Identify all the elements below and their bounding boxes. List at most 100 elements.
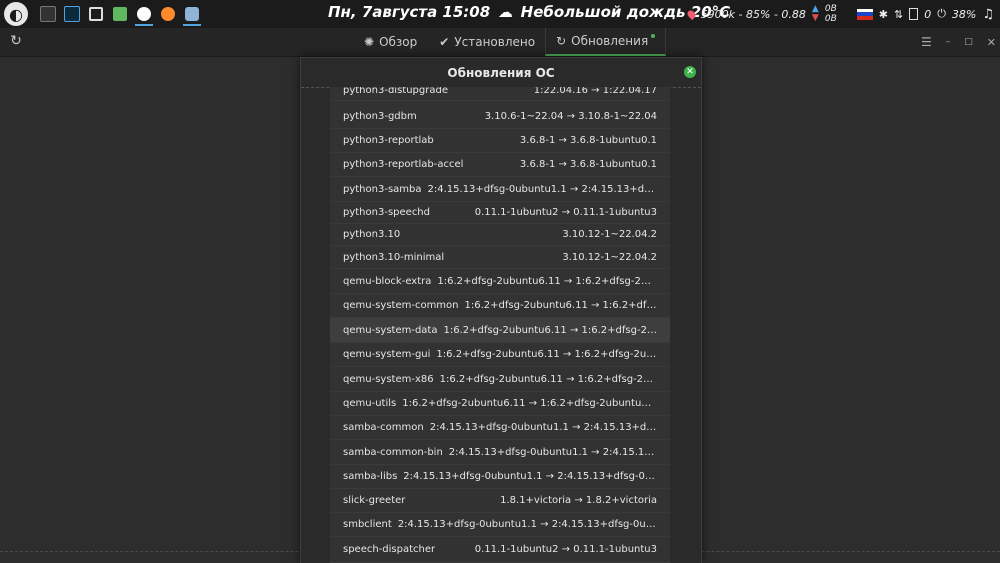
- tab-updates[interactable]: ↻ Обновления: [545, 28, 667, 56]
- window-controls: ☰ – □ ✕: [921, 28, 996, 56]
- tab-overview[interactable]: ✺ Обзор: [354, 28, 427, 56]
- package-version: 2:4.15.13+dfsg-0ubuntu1.1 → 2:4.15.13+df…: [397, 519, 657, 530]
- package-version: 0.11.1-1ubuntu2 → 0.11.1-1ubuntu3: [474, 544, 657, 555]
- yandex-browser-app[interactable]: [134, 2, 154, 26]
- list-item[interactable]: qemu-system-data 1:6.2+dfsg-2ubuntu6.11 →…: [330, 318, 670, 343]
- list-item[interactable]: qemu-utils 1:6.2+dfsg-2ubuntu6.11 → 1:6.2…: [330, 392, 670, 416]
- notification-count[interactable]: 0: [924, 8, 931, 21]
- bluetooth-icon[interactable]: ✱: [879, 8, 888, 21]
- list-item[interactable]: speech-dispatcher 0.11.1-1ubuntu2 → 0.11.…: [330, 537, 670, 563]
- dialog-title: Обновления ОС: [447, 65, 555, 80]
- list-item[interactable]: qemu-system-common 1:6.2+dfsg-2ubuntu6.11…: [330, 294, 670, 318]
- clock-weather[interactable]: Пн, 7августа 15:08 ☁ Небольшой дождь 20°…: [328, 3, 730, 21]
- package-name: python3-gdbm: [343, 110, 417, 122]
- package-name: python3-speechd: [343, 207, 430, 218]
- package-version: 3.10.12-1~22.04.2: [562, 229, 657, 240]
- frame-icon: [89, 7, 103, 21]
- package-version: 1:6.2+dfsg-2ubuntu6.11 → 1:6.2+dfsg-2ubu…: [437, 275, 657, 287]
- dialog-close-button[interactable]: ✕: [684, 66, 696, 78]
- app-menu-button[interactable]: ◐: [4, 2, 28, 26]
- list-item[interactable]: python3-samba 2:4.15.13+dfsg-0ubuntu1.1 →…: [330, 177, 670, 202]
- logo-icon: ◐: [9, 4, 23, 24]
- package-name: samba-common-bin: [343, 446, 443, 458]
- battery-level[interactable]: 38%: [952, 8, 976, 21]
- network-arrows-icon: ▲ ▼: [811, 4, 819, 23]
- package-version: 3.10.6-1~22.04 → 3.10.8-1~22.04: [484, 110, 657, 122]
- network-speed[interactable]: 0B 0B: [825, 4, 837, 24]
- package-name: qemu-system-data: [343, 324, 438, 336]
- check-icon: ✔: [439, 35, 450, 49]
- list-item[interactable]: qemu-system-x86 1:6.2+dfsg-2ubuntu6.11 → …: [330, 367, 670, 392]
- tab-bar: ✺ Обзор ✔ Установлено ↻ Обновления: [354, 28, 667, 56]
- list-item[interactable]: slick-greeter 1.8.1+victoria → 1.8.2+vict…: [330, 489, 670, 513]
- refresh-icon: ↻: [556, 34, 567, 48]
- list-item[interactable]: samba-common 2:4.15.13+dfsg-0ubuntu1.1 → …: [330, 416, 670, 440]
- files-app[interactable]: [110, 2, 130, 26]
- package-version: 3.10.12-1~22.04.2: [562, 251, 657, 263]
- music-icon[interactable]: ♫: [982, 7, 994, 22]
- maximize-button[interactable]: □: [964, 37, 973, 47]
- tab-label: Установлено: [454, 35, 536, 49]
- terminal-app[interactable]: [38, 2, 58, 26]
- terminal-icon: [40, 6, 56, 22]
- list-item[interactable]: qemu-block-extra 1:6.2+dfsg-2ubuntu6.11 →…: [330, 269, 670, 294]
- rain-cloud-icon: ☁: [497, 3, 513, 21]
- close-window-button[interactable]: ✕: [987, 36, 996, 49]
- network-icon[interactable]: ⇅: [894, 8, 903, 21]
- package-version: 1:6.2+dfsg-2ubuntu6.11 → 1:6.2+dfsg-2u..…: [464, 300, 657, 311]
- package-version: 3.6.8-1 → 3.6.8-1ubuntu0.1: [519, 159, 657, 170]
- monitor-app[interactable]: [62, 2, 82, 26]
- monitor-icon: [64, 6, 80, 22]
- list-item[interactable]: python3-reportlab 3.6.8-1 → 3.6.8-1ubuntu…: [330, 129, 670, 153]
- package-version: 1:6.2+dfsg-2ubuntu6.11 → 1:6.2+dfsg-2ubu…: [443, 324, 657, 336]
- cpu-indicator-icon: [685, 8, 697, 20]
- list-item[interactable]: python3-speechd 0.11.1-1ubuntu2 → 0.11.1-…: [330, 202, 670, 224]
- list-item[interactable]: qemu-system-gui 1:6.2+dfsg-2ubuntu6.11 → …: [330, 343, 670, 367]
- package-name: samba-libs: [343, 471, 398, 482]
- yandex-icon: [137, 7, 151, 21]
- updates-badge: [651, 34, 656, 38]
- package-version: 2:4.15.13+dfsg-0ubuntu1.1 → 2:4.15.13+df…: [427, 183, 657, 195]
- list-item[interactable]: samba-libs 2:4.15.13+dfsg-0ubuntu1.1 → 2:…: [330, 465, 670, 489]
- system-tray: 5900k - 85% - 0.88 ▲ ▼ 0B 0B ✱ ⇅ 0 ⏻ 38% …: [685, 0, 994, 28]
- package-name: speech-dispatcher: [343, 544, 436, 555]
- package-version: 2:4.15.13+dfsg-0ubuntu1.1 → 2:4.15.13+df…: [448, 446, 657, 458]
- package-name: python3-distupgrade: [343, 87, 448, 96]
- keyboard-layout-flag-icon[interactable]: [856, 8, 873, 20]
- package-version: 0.11.1-1ubuntu2 → 0.11.1-1ubuntu3: [474, 207, 657, 218]
- package-name: python3-samba: [343, 183, 422, 195]
- menu-icon[interactable]: ☰: [921, 35, 932, 49]
- gear-icon: ✺: [364, 35, 375, 49]
- software-app[interactable]: [182, 2, 202, 26]
- cpu-status[interactable]: 5900k - 85% - 0.88: [701, 8, 806, 21]
- taskbar-apps: [38, 2, 202, 26]
- list-item[interactable]: python3-distupgrade 1:22.04.16 → 1:22.04.…: [330, 87, 670, 101]
- package-version: 1:6.2+dfsg-2ubuntu6.11 → 1:6.2+dfsg-2ubu…: [436, 349, 657, 360]
- tab-installed[interactable]: ✔ Установлено: [427, 28, 545, 56]
- refresh-icon[interactable]: ↻: [8, 33, 24, 49]
- list-item[interactable]: smbclient 2:4.15.13+dfsg-0ubuntu1.1 → 2:4…: [330, 513, 670, 537]
- list-item[interactable]: python3-gdbm 3.10.6-1~22.04 → 3.10.8-1~22…: [330, 104, 670, 129]
- updates-list[interactable]: python3-distupgrade 1:22.04.16 → 1:22.04.…: [330, 87, 670, 563]
- minimize-button[interactable]: –: [946, 37, 951, 47]
- package-name: python3-reportlab-accel: [343, 159, 464, 170]
- net-up: 0B: [824, 4, 837, 14]
- list-item[interactable]: samba-common-bin 2:4.15.13+dfsg-0ubuntu1.…: [330, 440, 670, 465]
- clipboard-icon[interactable]: [909, 8, 919, 20]
- list-item[interactable]: python3-reportlab-accel 3.6.8-1 → 3.6.8-1…: [330, 153, 670, 177]
- power-icon: ⏻: [937, 7, 946, 20]
- screenshot-app[interactable]: [86, 2, 106, 26]
- firefox-app[interactable]: [158, 2, 178, 26]
- package-name: python3.10-minimal: [343, 251, 445, 263]
- package-name: smbclient: [343, 519, 392, 530]
- package-name: qemu-block-extra: [343, 275, 432, 287]
- package-version: 1:22.04.16 → 1:22.04.17: [533, 87, 657, 96]
- list-item[interactable]: python3.10 3.10.12-1~22.04.2: [330, 224, 670, 246]
- dialog-header: Обновления ОС ✕: [301, 58, 701, 88]
- software-icon: [185, 7, 199, 21]
- list-item[interactable]: python3.10-minimal 3.10.12-1~22.04.2: [330, 246, 670, 269]
- package-version: 2:4.15.13+dfsg-0ubuntu1.1 → 2:4.15.13+df…: [403, 471, 657, 482]
- package-name: qemu-utils: [343, 398, 397, 409]
- tab-label: Обновления: [571, 34, 649, 48]
- close-icon: ✕: [686, 67, 694, 77]
